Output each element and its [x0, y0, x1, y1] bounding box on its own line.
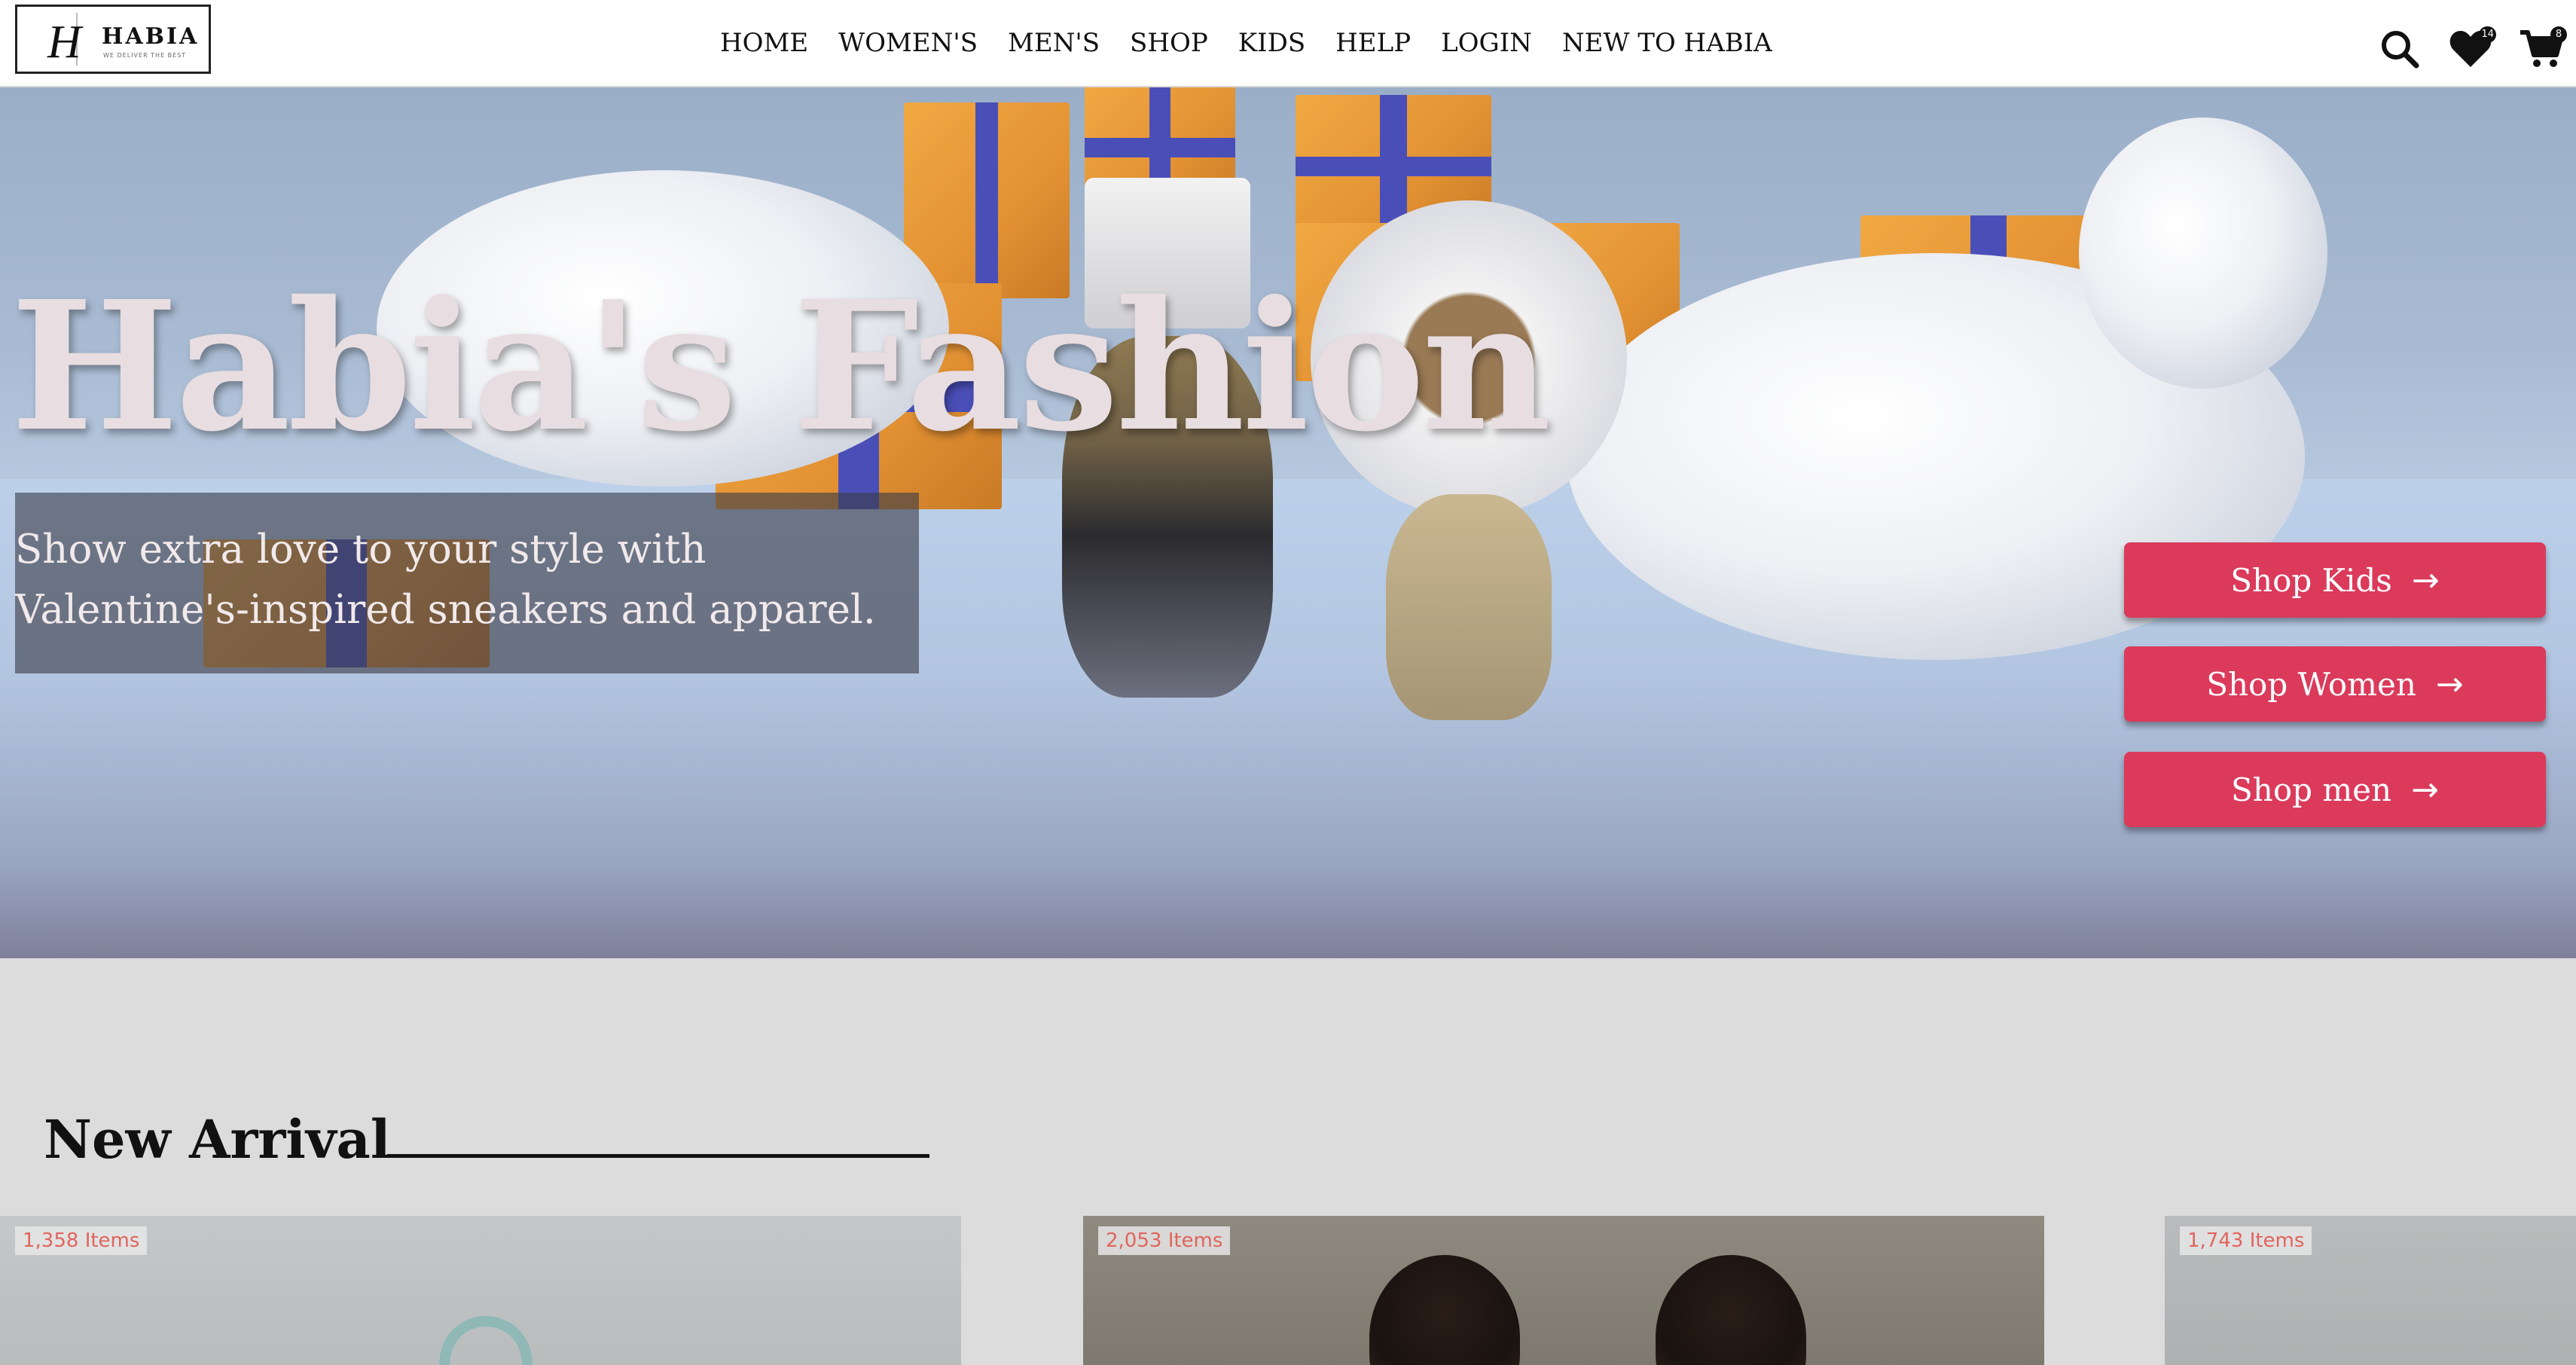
model-head-image — [1656, 1255, 1806, 1365]
logo-tagline: WE DELIVER THE BEST — [103, 52, 187, 59]
shop-women-label: Shop Women — [2206, 665, 2416, 703]
item-count-badge: 1,358 Items — [15, 1226, 148, 1255]
nav-link-help[interactable]: HELP — [1335, 26, 1411, 60]
item-count-badge: 2,053 Items — [1098, 1226, 1231, 1255]
main-nav: HOME WOMEN'S MEN'S SHOP KIDS HELP LOGIN … — [720, 26, 1772, 60]
shop-men-label: Shop men — [2231, 771, 2392, 808]
hero-subtitle-box: Show extra love to your style with Valen… — [15, 493, 919, 673]
shop-kids-label: Shop Kids — [2230, 561, 2392, 599]
search-button[interactable] — [2376, 25, 2424, 73]
hero-banner: Habia's Fashion Show extra love to your … — [0, 87, 2576, 958]
logo-name: HABIA — [102, 23, 200, 50]
wishlist-count-badge: 14 — [2479, 26, 2496, 43]
new-arrival-heading: New Arrival — [44, 1108, 391, 1171]
logo-letter: H — [47, 17, 81, 68]
shop-kids-button[interactable]: Shop Kids → — [2124, 542, 2546, 618]
nav-link-home[interactable]: HOME — [720, 26, 808, 60]
arrow-right-icon: → — [2435, 664, 2464, 704]
model-head-image — [1369, 1255, 1520, 1365]
top-navbar: H HABIA WE DELIVER THE BEST HOME WOMEN'S… — [0, 0, 2576, 87]
item-count-badge: 1,743 Items — [2180, 1226, 2312, 1255]
hero-title: Habia's Fashion — [11, 261, 1551, 471]
nav-link-mens[interactable]: MEN'S — [1008, 26, 1100, 60]
nav-link-new-to-habia[interactable]: NEW TO HABIA — [1562, 26, 1772, 60]
nav-link-kids[interactable]: KIDS — [1238, 26, 1305, 60]
brand-logo[interactable]: H HABIA WE DELIVER THE BEST — [15, 5, 211, 74]
product-card[interactable]: 1,743 Items — [2165, 1216, 2576, 1365]
figurine-decoration — [1386, 494, 1552, 720]
kitten-decoration — [2079, 118, 2327, 389]
search-icon — [2382, 31, 2419, 69]
arrow-right-icon: → — [2411, 560, 2440, 600]
hero-subtitle: Show extra love to your style with Valen… — [15, 527, 876, 633]
cart-count-badge: 8 — [2550, 26, 2567, 43]
nav-icon-group: 14 8 — [2376, 21, 2567, 77]
nav-link-womens[interactable]: WOMEN'S — [838, 26, 978, 60]
nav-link-shop[interactable]: SHOP — [1130, 26, 1208, 60]
shop-women-button[interactable]: Shop Women → — [2124, 646, 2546, 722]
bag-handle-image — [439, 1316, 533, 1365]
arrow-right-icon: → — [2411, 770, 2439, 809]
product-card[interactable]: 1,358 Items — [0, 1216, 961, 1365]
cart-button[interactable]: 8 — [2517, 25, 2567, 73]
shop-men-button[interactable]: Shop men → — [2124, 752, 2546, 827]
section-divider — [387, 1154, 929, 1158]
wishlist-button[interactable]: 14 — [2446, 25, 2496, 73]
product-card[interactable]: 2,053 Items — [1083, 1216, 2044, 1365]
nav-link-login[interactable]: LOGIN — [1441, 26, 1532, 60]
